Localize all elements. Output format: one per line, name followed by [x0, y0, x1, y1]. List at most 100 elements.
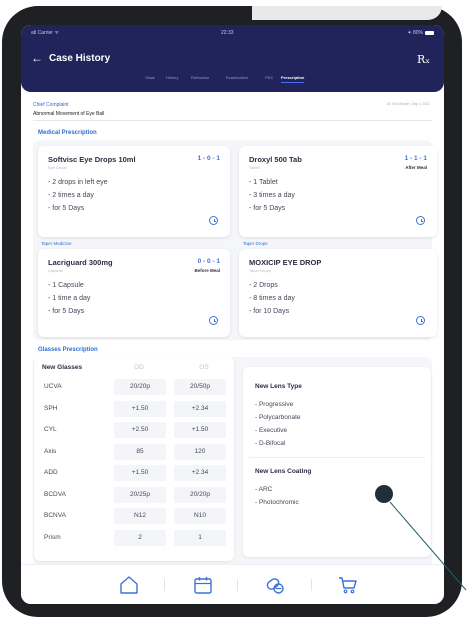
instruction-line: - 1 time a day — [48, 295, 91, 302]
medicine-name: Droxyl 500 Tab — [249, 155, 302, 164]
glasses-os-value: 20/20p — [174, 486, 226, 503]
battery-indicator: ✦ 80% — [407, 30, 434, 36]
instruction-line: - 1 Capsule — [48, 282, 84, 289]
glasses-os-value: +1.50 — [174, 422, 226, 438]
glasses-os-value: 20/50p — [174, 379, 226, 395]
calendar-icon[interactable] — [193, 575, 213, 595]
glasses-os-value: +2.34 — [174, 400, 226, 417]
instruction-line: - 8 times a day — [249, 295, 295, 302]
clock-icon[interactable] — [416, 216, 425, 225]
glasses-row-label: Prism — [44, 533, 61, 541]
glasses-od-value: N12 — [114, 508, 166, 524]
instruction-line: - for 5 Days — [48, 308, 85, 315]
cart-icon[interactable] — [338, 575, 358, 595]
glasses-od-value: +1.50 — [114, 400, 166, 417]
glasses-prescription-title: Glasses Prescription — [38, 347, 98, 353]
status-bar: atl Carrier ᯤ 22:33 ✦ 80% — [31, 30, 434, 38]
instruction-line: - for 10 Days — [249, 308, 290, 315]
glasses-os-value: N10 — [174, 508, 226, 524]
glasses-row-label: UCVA — [44, 383, 62, 390]
glasses-od-value: +2.50 — [114, 422, 166, 438]
medicine-card-lacriguard[interactable]: Lacriguard 300mg Capsule 0 - 0 - 1 Befor… — [38, 249, 230, 337]
page-title: Case History — [49, 53, 111, 64]
medicine-type: Taper Drops — [249, 268, 271, 273]
bottom-nav — [21, 564, 444, 604]
device-edge-highlight — [252, 6, 442, 20]
clock-icon[interactable] — [209, 216, 218, 225]
instruction-line: - 3 times a day — [249, 192, 295, 199]
instruction-line: - 2 Drops — [249, 282, 278, 289]
taper-medicine-label: Taper Medicine — [41, 241, 72, 246]
glasses-od-value: 85 — [114, 443, 166, 460]
instruction-line: - for 5 Days — [249, 205, 286, 212]
lens-type-item: - Polycarbonate — [255, 414, 301, 421]
lens-type-item: - Executive — [255, 427, 288, 434]
chief-complaint-meta: Dr. Eric Brown | Sep 1 2021 — [386, 102, 430, 106]
home-icon[interactable] — [119, 575, 139, 595]
medicine-name: Softvisc Eye Drops 10ml — [48, 155, 136, 164]
medicine-card-softvisc[interactable]: Softvisc Eye Drops 10ml Eye Drops 1 - 0 … — [38, 146, 230, 237]
nav-separator — [311, 579, 312, 591]
pills-icon[interactable] — [265, 575, 285, 595]
tab-prescription[interactable]: Prescription — [281, 75, 305, 83]
taper-drops-label: Taper Drops — [243, 241, 268, 246]
glasses-table: New Glasses OD OS UCVA 20/20p 20/50p SPH +1.… — [34, 356, 234, 561]
lens-card: New Lens Type - Progressive - Polycarbon… — [243, 367, 431, 557]
glasses-row-label: Axis — [44, 447, 57, 455]
nav-separator — [164, 579, 165, 591]
battery-icon — [425, 30, 434, 35]
instruction-line: - 2 times a day — [48, 192, 94, 199]
glasses-os-value: +2.34 — [174, 465, 226, 481]
clock-icon[interactable] — [416, 316, 425, 325]
glasses-table-heading: New Glasses — [42, 364, 83, 371]
tab-refraction[interactable]: Refraction — [191, 75, 209, 80]
instruction-line: - 1 Tablet — [249, 179, 278, 186]
glasses-os-value: 1 — [174, 529, 226, 546]
glasses-row-label: BCDVA — [44, 490, 66, 498]
medicine-dose: 1 - 0 - 1 — [197, 155, 220, 162]
medical-prescription-title: Medical Prescription — [38, 130, 97, 136]
meal-timing: Before Meal — [194, 268, 220, 273]
back-button[interactable]: ← — [31, 52, 43, 64]
column-od: OD — [134, 364, 144, 371]
divider — [249, 457, 425, 458]
glasses-row-label: ADD — [44, 469, 58, 476]
lens-coating-item: - ARC — [255, 486, 273, 493]
lens-type-title: New Lens Type — [255, 383, 302, 390]
lens-type-item: - D-Bifocal — [255, 440, 286, 447]
column-os: OS — [199, 364, 209, 371]
annotation-marker-dot — [375, 485, 393, 503]
glasses-row-label: CYL — [44, 426, 57, 433]
instruction-line: - for 5 Days — [48, 205, 85, 212]
divider — [33, 120, 432, 121]
medicine-type: Tablet — [249, 165, 260, 170]
glasses-od-value: 2 — [114, 529, 166, 546]
glasses-od-value: 20/20p — [114, 379, 166, 395]
medicine-card-moxicip[interactable]: MOXICIP EYE DROP Taper Drops - 2 Drops -… — [239, 249, 437, 337]
rx-icon[interactable]: Rₓ — [417, 53, 430, 66]
tab-vitals[interactable]: Vitals — [145, 75, 155, 80]
glasses-os-value: 120 — [174, 443, 226, 460]
medicine-dose: 0 - 0 - 1 — [197, 258, 220, 265]
instruction-line: - 2 drops in left eye — [48, 179, 108, 186]
medicine-type: Capsule — [48, 268, 63, 273]
medicine-card-droxyl[interactable]: Droxyl 500 Tab Tablet 1 - 1 - 1 After Me… — [239, 146, 437, 237]
medicine-name: Lacriguard 300mg — [48, 258, 113, 267]
battery-label: ✦ 80% — [407, 30, 423, 36]
lens-coating-item: - Photochromic — [255, 499, 299, 506]
glasses-od-value: 20/25p — [114, 486, 166, 503]
tablet-frame: atl Carrier ᯤ 22:33 ✦ 80% ← Case History… — [2, 6, 462, 617]
tab-bar: Vitals History Refraction Examination PD… — [21, 75, 444, 85]
glasses-od-value: +1.50 — [114, 465, 166, 481]
chief-complaint-label: Chief Complaint — [33, 102, 69, 108]
meal-timing: After Meal — [405, 165, 427, 170]
medicine-dose: 1 - 1 - 1 — [404, 155, 427, 162]
glasses-row-label: BCNVA — [44, 512, 66, 519]
clock-icon[interactable] — [209, 316, 218, 325]
tab-examination[interactable]: Examination — [226, 75, 248, 80]
chief-complaint-value: Abnormal Movement of Eye Ball — [33, 111, 105, 117]
lens-coating-title: New Lens Coating — [255, 468, 312, 475]
tab-history[interactable]: History — [166, 75, 178, 80]
tab-pdc[interactable]: PDC — [265, 75, 273, 80]
app-screen: atl Carrier ᯤ 22:33 ✦ 80% ← Case History… — [21, 25, 444, 604]
